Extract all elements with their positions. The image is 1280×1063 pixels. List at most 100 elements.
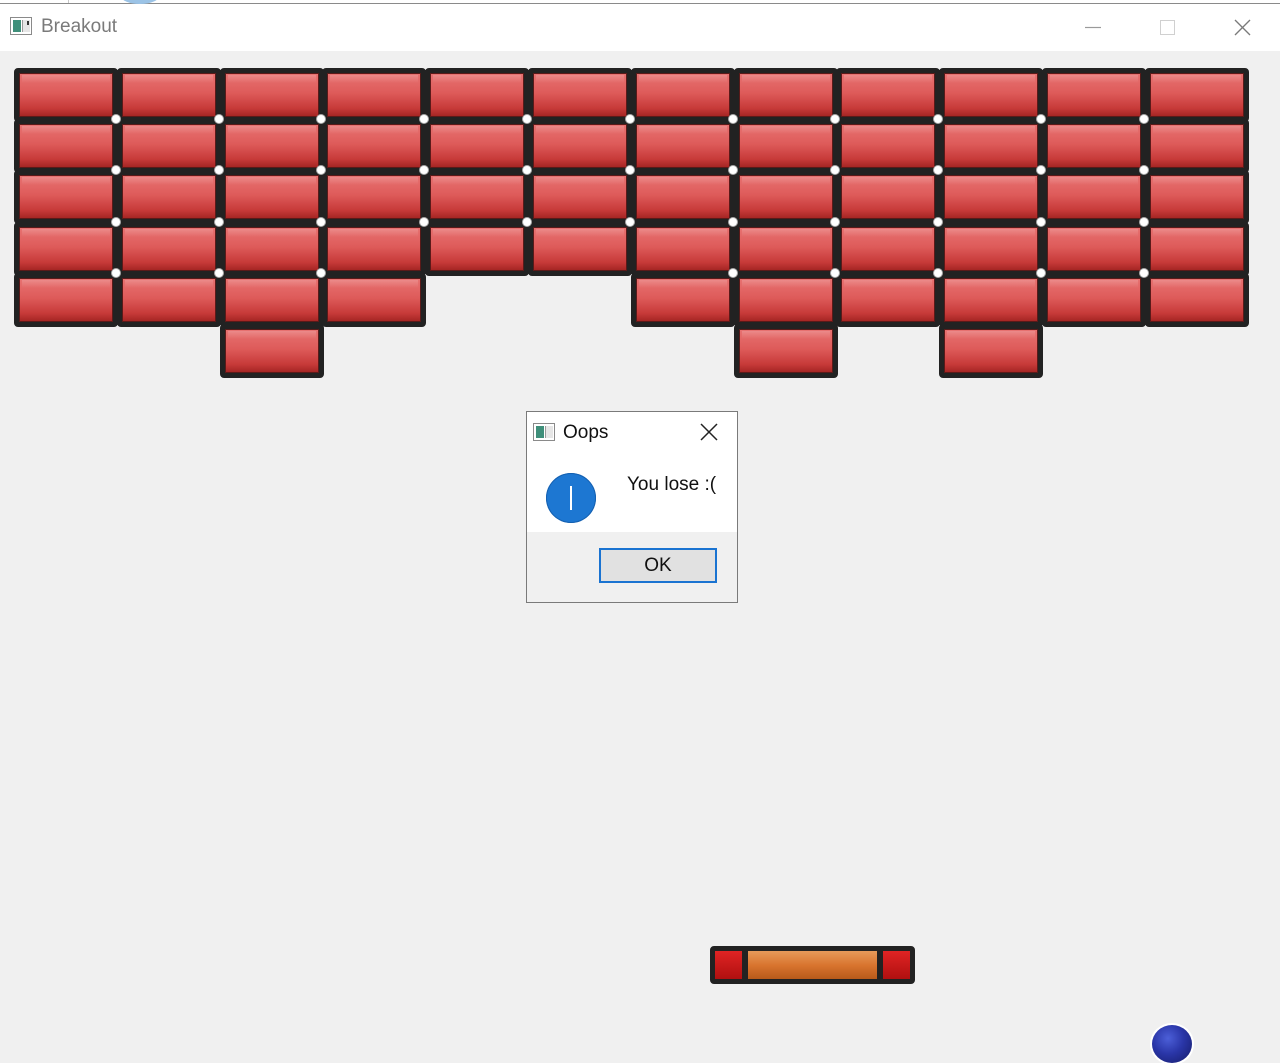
dialog-message: You lose :( bbox=[627, 474, 717, 495]
brick-joint bbox=[626, 115, 634, 123]
brick bbox=[1042, 222, 1146, 276]
game-over-dialog: Oops You lose :( OK bbox=[526, 411, 738, 603]
brick bbox=[14, 170, 118, 224]
brick-joint bbox=[523, 166, 531, 174]
brick bbox=[528, 222, 632, 276]
brick bbox=[939, 68, 1043, 122]
brick bbox=[1145, 170, 1249, 224]
ok-button[interactable]: OK bbox=[599, 548, 717, 583]
brick-joint bbox=[934, 218, 942, 226]
brick bbox=[734, 68, 838, 122]
brick-joint bbox=[1037, 269, 1045, 277]
brick bbox=[939, 273, 1043, 327]
brick-joint bbox=[831, 269, 839, 277]
brick bbox=[322, 119, 426, 173]
brick bbox=[322, 68, 426, 122]
brick bbox=[1145, 273, 1249, 327]
brick bbox=[1145, 68, 1249, 122]
brick bbox=[1042, 68, 1146, 122]
brick bbox=[220, 68, 324, 122]
breakout-window: Breakout Oops You lose:(OK bbox=[0, 0, 1280, 1063]
brick bbox=[836, 170, 940, 224]
brick bbox=[734, 273, 838, 327]
brick bbox=[631, 119, 735, 173]
brick bbox=[220, 273, 324, 327]
close-icon bbox=[1234, 19, 1251, 36]
dialog-app-icon bbox=[533, 423, 555, 441]
brick bbox=[14, 68, 118, 122]
maximize-button[interactable] bbox=[1130, 4, 1204, 51]
maximize-icon bbox=[1160, 20, 1175, 35]
title-bar[interactable]: Breakout bbox=[0, 4, 1280, 51]
brick-joint bbox=[1037, 166, 1045, 174]
brick bbox=[322, 170, 426, 224]
brick bbox=[528, 119, 632, 173]
brick bbox=[734, 324, 838, 378]
brick-joint bbox=[215, 115, 223, 123]
brick-joint bbox=[112, 269, 120, 277]
brick bbox=[425, 170, 529, 224]
brick-joint bbox=[112, 166, 120, 174]
brick-joint bbox=[1140, 218, 1148, 226]
brick bbox=[117, 119, 221, 173]
brick bbox=[117, 68, 221, 122]
brick bbox=[631, 222, 735, 276]
brick-joint bbox=[317, 269, 325, 277]
brick-joint bbox=[831, 166, 839, 174]
dialog-close-button[interactable] bbox=[697, 420, 721, 444]
brick bbox=[1042, 273, 1146, 327]
brick bbox=[631, 170, 735, 224]
brick-joint bbox=[626, 218, 634, 226]
brick bbox=[322, 273, 426, 327]
brick bbox=[631, 68, 735, 122]
dialog-title-bar[interactable]: Oops bbox=[527, 412, 737, 452]
app-window-icon bbox=[10, 17, 32, 35]
paddle[interactable] bbox=[710, 946, 915, 984]
window-title: Breakout bbox=[41, 16, 118, 37]
brick bbox=[220, 119, 324, 173]
brick bbox=[1145, 119, 1249, 173]
brick-joint bbox=[1140, 166, 1148, 174]
brick bbox=[836, 119, 940, 173]
brick-joint bbox=[729, 166, 737, 174]
ball bbox=[1152, 1025, 1192, 1063]
brick bbox=[425, 68, 529, 122]
brick bbox=[836, 68, 940, 122]
brick bbox=[939, 119, 1043, 173]
brick-joint bbox=[215, 166, 223, 174]
brick-joint bbox=[112, 115, 120, 123]
brick-joint bbox=[420, 218, 428, 226]
brick-joint bbox=[420, 115, 428, 123]
brick-joint bbox=[729, 115, 737, 123]
brick bbox=[734, 222, 838, 276]
brick bbox=[14, 273, 118, 327]
brick-joint bbox=[1037, 115, 1045, 123]
brick-joint bbox=[934, 269, 942, 277]
brick bbox=[939, 222, 1043, 276]
brick bbox=[836, 273, 940, 327]
brick-joint bbox=[729, 269, 737, 277]
brick-joint bbox=[420, 166, 428, 174]
brick-joint bbox=[831, 218, 839, 226]
brick-joint bbox=[317, 166, 325, 174]
brick bbox=[734, 170, 838, 224]
minimize-button[interactable] bbox=[1056, 4, 1130, 51]
brick bbox=[939, 324, 1043, 378]
brick-joint bbox=[112, 218, 120, 226]
brick bbox=[117, 170, 221, 224]
close-button[interactable] bbox=[1206, 4, 1280, 51]
brick bbox=[1145, 222, 1249, 276]
brick-joint bbox=[317, 115, 325, 123]
brick bbox=[220, 222, 324, 276]
brick bbox=[322, 222, 426, 276]
brick bbox=[528, 170, 632, 224]
close-icon bbox=[700, 423, 718, 441]
minimize-icon bbox=[1085, 26, 1101, 29]
brick bbox=[14, 222, 118, 276]
brick bbox=[939, 170, 1043, 224]
brick-joint bbox=[1140, 269, 1148, 277]
brick-joint bbox=[626, 166, 634, 174]
brick bbox=[528, 68, 632, 122]
brick bbox=[425, 119, 529, 173]
brick-joint bbox=[215, 269, 223, 277]
